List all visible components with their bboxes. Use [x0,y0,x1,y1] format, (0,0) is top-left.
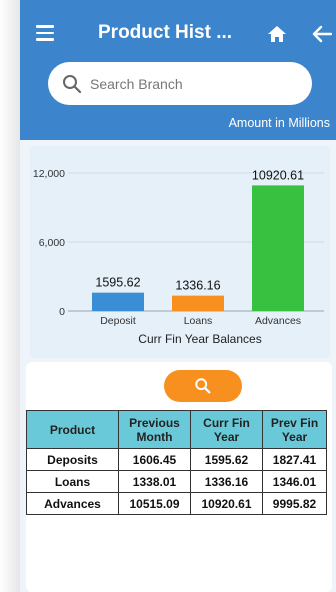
data-label: 1336.16 [175,279,220,293]
table-row: Deposits 1606.45 1595.62 1827.41 [26,448,327,471]
x-axis-title: Curr Fin Year Balances [138,332,261,346]
table-cell: 1346.01 [262,470,327,493]
x-tick-label: Deposit [100,315,136,327]
home-icon[interactable] [267,24,287,44]
table-row: Loans 1338.01 1336.16 1346.01 [26,470,327,493]
table-cell: 10515.09 [118,492,191,515]
table-cell: Loans [26,470,119,493]
data-label: 10920.61 [252,168,304,182]
data-label: 1595.62 [95,276,140,290]
search-bar[interactable] [48,62,312,105]
table-row: Advances 10515.09 10920.61 9995.82 [26,492,327,515]
search-input[interactable] [90,62,300,105]
bar [92,292,144,311]
search-icon [63,75,82,94]
x-tick-label: Advances [255,315,301,327]
y-tick-label: 0 [59,306,65,318]
search-button[interactable] [164,370,242,402]
chart-card: 0 6,000 12,000 1595.62 Deposit 1336.16 Loans 10… [30,146,330,358]
table-cell: Deposits [26,448,119,471]
x-tick-label: Loans [184,315,213,327]
back-arrow-icon[interactable] [312,24,332,44]
app-screen: Product Hist ... Amount in Millions 0 6,0… [20,0,336,592]
table-cell: 1336.16 [190,470,263,493]
y-tick-label: 6,000 [39,237,65,249]
table-header-row: Product Previous Month Curr Fin Year Pre… [26,410,327,449]
table-cell: 9995.82 [262,492,327,515]
balances-table: Product Previous Month Curr Fin Year Pre… [26,410,327,515]
table-cell: 1595.62 [190,448,263,471]
column-header: Prev Fin Year [262,410,327,449]
amount-unit-note: Amount in Millions [228,116,330,130]
column-header: Product [26,410,119,449]
table-cell: 1338.01 [118,470,191,493]
table-cell: Advances [26,492,119,515]
bar-chart: 0 6,000 12,000 1595.62 Deposit 1336.16 Loans 10… [33,168,324,346]
bar [252,185,304,311]
table-cell: 1606.45 [118,448,191,471]
table-cell: 10920.61 [190,492,263,515]
app-header: Product Hist ... Amount in Millions [20,0,336,140]
column-header: Curr Fin Year [190,410,263,449]
background-shade [0,0,20,592]
column-header: Previous Month [118,410,191,449]
page-title: Product Hist ... [98,22,233,43]
y-tick-label: 12,000 [33,168,65,180]
table-cell: 1827.41 [262,448,327,471]
search-icon [195,378,211,394]
menu-icon[interactable] [36,25,54,41]
bar [172,295,224,311]
